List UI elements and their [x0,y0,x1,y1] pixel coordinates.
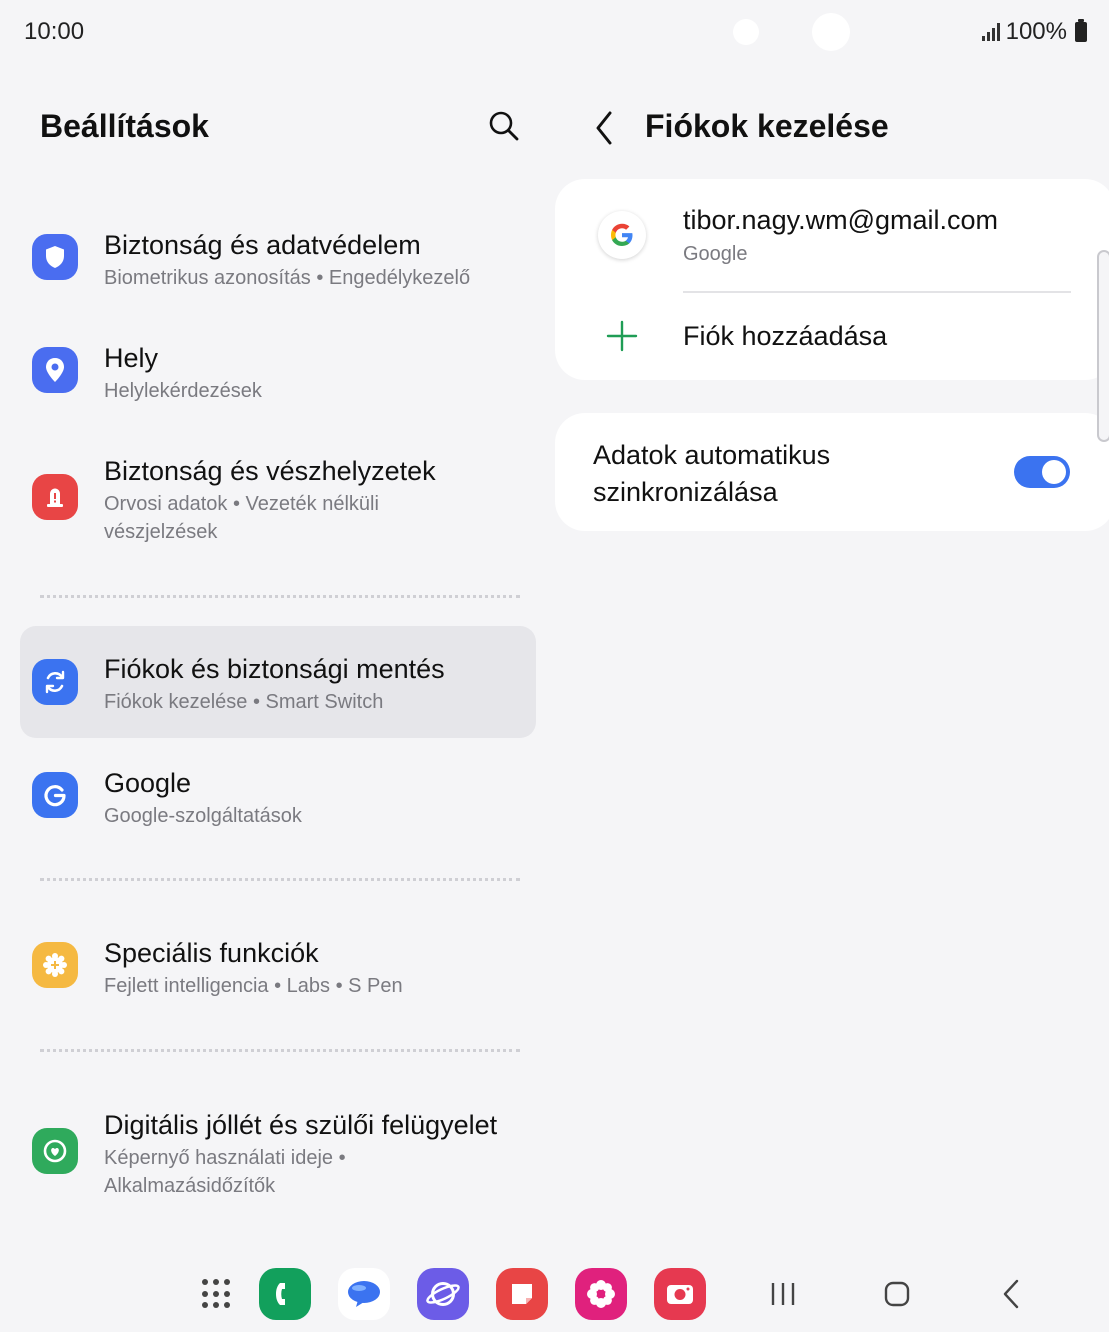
gear-plus-icon [32,942,78,988]
shield-icon [32,234,78,280]
account-email: tibor.nagy.wm@gmail.com [683,205,999,235]
sync-icon [32,659,78,705]
section-divider [40,595,520,598]
app-drawer-button[interactable] [202,1279,232,1309]
search-button[interactable] [484,106,524,146]
phone-app-icon[interactable] [259,1268,311,1320]
menu-item-location[interactable]: Hely Helylekérdezések [20,325,536,421]
menu-item-digital-wellbeing[interactable]: Digitális jóllét és szülői felügyelet Ké… [20,1092,536,1216]
menu-item-security-privacy[interactable]: Biztonság és adatvédelem Biometrikus azo… [20,212,536,308]
menu-item-subtitle: Orvosi adatok • Vezeték nélküli vészjelz… [104,493,379,543]
google-g-icon [32,772,78,818]
messages-app-icon[interactable] [338,1268,390,1320]
menu-item-advanced-features[interactable]: Speciális funkciók Fejlett intelligencia… [20,920,536,1016]
menu-item-google[interactable]: Google Google-szolgáltatások [20,750,536,846]
taskbar [0,1255,1109,1332]
menu-item-subtitle: Fiókok kezelése • Smart Switch [104,691,384,713]
camera-cutout [733,19,759,45]
menu-item-safety-emergency[interactable]: Biztonság és vészhelyzetek Orvosi adatok… [20,438,536,562]
signal-icon [981,23,1000,41]
notes-app-icon[interactable] [496,1268,548,1320]
menu-item-title: Google [104,768,192,798]
menu-item-title: Hely [104,343,159,373]
google-logo-icon [598,211,646,259]
settings-title: Beállítások [40,108,209,144]
menu-item-subtitle: Google-szolgáltatások [104,805,302,827]
menu-item-subtitle: Helylekérdezések [104,380,262,402]
menu-item-title: Biztonság és vészhelyzetek [104,456,436,486]
nav-back-button[interactable] [995,1277,1029,1311]
menu-item-accounts-backup[interactable]: Fiókok és biztonsági mentés Fiókok kezel… [20,626,536,738]
recent-apps-button[interactable] [766,1277,800,1311]
internet-app-icon[interactable] [417,1268,469,1320]
battery-icon [1075,19,1087,42]
menu-item-title: Digitális jóllét és szülői felügyelet [104,1110,498,1140]
gallery-app-icon[interactable] [575,1268,627,1320]
menu-item-subtitle: Fejlett intelligencia • Labs • S Pen [104,975,403,997]
camera-app-icon[interactable] [654,1268,706,1320]
screen: 10:00 100% Beállítások Biztonság és adat… [0,0,1109,1332]
menu-item-subtitle: Képernyő használati ideje • Alkalmazásid… [104,1147,346,1197]
wellbeing-icon [32,1128,78,1174]
account-row-google[interactable]: tibor.nagy.wm@gmail.com Google [555,179,1109,291]
battery-percent: 100% [1005,18,1067,45]
search-icon [489,111,519,141]
location-pin-icon [32,347,78,393]
section-divider [40,878,520,881]
chevron-left-icon [596,111,612,145]
account-provider: Google [683,243,748,265]
page-title: Fiókok kezelése [645,108,889,144]
panel-resize-handle[interactable] [1097,250,1109,442]
add-account-label: Fiók hozzáadása [683,321,888,351]
accounts-card: tibor.nagy.wm@gmail.com Google Fiók hozz… [555,179,1109,380]
status-time: 10:00 [24,18,85,45]
auto-sync-label: Adatok automatikus szinkronizálása [593,440,831,507]
home-button[interactable] [880,1277,914,1311]
status-indicators: 100% [981,18,1087,46]
menu-item-title: Speciális funkciók [104,938,319,968]
auto-sync-toggle[interactable] [1014,456,1070,488]
back-button[interactable] [588,108,622,148]
menu-item-title: Biztonság és adatvédelem [104,230,421,260]
add-account-button[interactable]: Fiók hozzáadása [555,293,1109,379]
menu-item-subtitle: Biometrikus azonosítás • Engedélykezelő [104,267,471,289]
sync-card: Adatok automatikus szinkronizálása [555,413,1109,531]
section-divider [40,1049,520,1052]
menu-item-title: Fiókok és biztonsági mentés [104,654,445,684]
emergency-icon [32,474,78,520]
plus-icon [606,320,638,352]
camera-cutout-large [812,13,850,51]
